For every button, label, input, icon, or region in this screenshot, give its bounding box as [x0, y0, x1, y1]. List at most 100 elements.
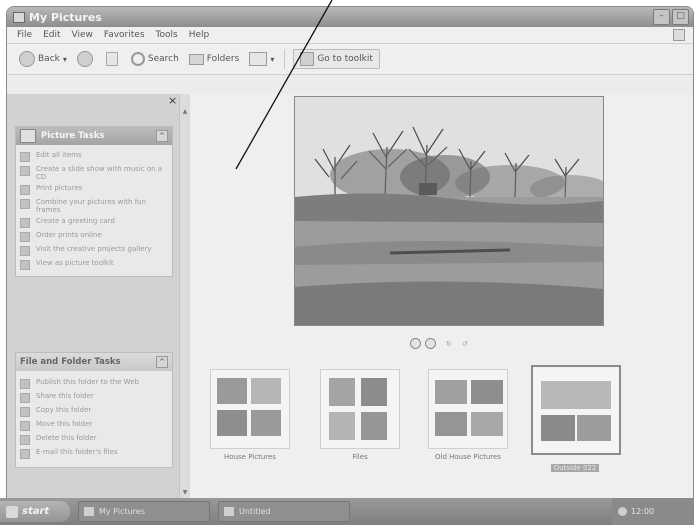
title-bar[interactable]: My Pictures – □ — [7, 7, 693, 27]
up-folder-icon — [105, 52, 118, 66]
taskbar-button-label: Untitled — [239, 507, 271, 516]
folder-view: ↻ ↺ House Pictures Files Old House Pictu… — [190, 94, 693, 499]
thumbnail-label: Outside 022 — [550, 464, 600, 472]
thumbnail-item[interactable]: Old House Pictures — [428, 369, 508, 461]
viewer-controls: ↻ ↺ — [410, 338, 468, 349]
scroll-up-icon[interactable]: ▲ — [181, 108, 189, 116]
folder-thumbnail — [428, 369, 508, 449]
menu-edit[interactable]: Edit — [43, 30, 60, 40]
task-pane: Picture Tasks ^ Edit all items Create a … — [7, 94, 179, 499]
task-item[interactable]: Publish this folder to the Web — [16, 377, 172, 391]
file-folder-tasks-title: File and Folder Tasks — [20, 357, 121, 367]
task-label: Publish this folder to the Web — [36, 378, 139, 386]
thumbnail-label: Files — [352, 453, 368, 461]
search-label: Search — [147, 54, 179, 64]
taskbar-button-untitled[interactable]: Untitled — [218, 501, 350, 522]
folders-icon — [188, 53, 204, 65]
task-item[interactable]: Print pictures — [16, 183, 172, 197]
task-item[interactable]: Order prints online — [16, 230, 172, 244]
folder-thumbnail — [210, 369, 290, 449]
system-tray: 12:00 — [612, 498, 694, 525]
previous-image-icon[interactable] — [410, 338, 421, 349]
task-label: Visit the creative projects gallery — [36, 245, 152, 253]
task-item[interactable]: E-mail this folder's files — [16, 447, 172, 461]
close-pane-icon[interactable]: × — [168, 94, 177, 107]
slideshow-icon — [20, 166, 30, 176]
task-item[interactable]: Share this folder — [16, 391, 172, 405]
back-button[interactable]: Back ▾ — [19, 51, 67, 67]
toolkit-label: Go to toolkit — [317, 54, 373, 64]
rotate-counterclockwise-icon[interactable]: ↺ — [462, 340, 468, 348]
task-item[interactable]: View as picture toolkit — [16, 258, 172, 272]
thumbnail-item[interactable]: House Pictures — [210, 369, 290, 461]
taskbar-button-label: My Pictures — [99, 507, 145, 516]
globe-icon — [20, 232, 30, 242]
task-item[interactable]: Edit all items — [16, 150, 172, 164]
copy-icon — [20, 407, 30, 417]
menu-file[interactable]: File — [17, 30, 32, 40]
menu-view[interactable]: View — [72, 30, 93, 40]
file-folder-tasks-header[interactable]: File and Folder Tasks ^ — [16, 353, 172, 371]
content-area: Picture Tasks ^ Edit all items Create a … — [7, 94, 693, 499]
thumbnail-item[interactable]: Files — [320, 369, 400, 461]
volume-icon[interactable] — [618, 507, 627, 516]
task-label: Create a greeting card — [36, 217, 115, 225]
menu-help[interactable]: Help — [189, 30, 210, 40]
task-item[interactable]: Copy this folder — [16, 405, 172, 419]
collapse-icon[interactable]: ^ — [156, 130, 168, 142]
minimize-button[interactable]: – — [653, 9, 670, 25]
next-image-icon[interactable] — [425, 338, 436, 349]
windows-logo-icon — [673, 29, 685, 41]
screen: My Pictures – □ File Edit View Favorites… — [0, 0, 694, 525]
folders-button[interactable]: Folders — [188, 53, 240, 65]
search-button[interactable]: Search — [130, 52, 179, 66]
views-button[interactable]: ▾ — [249, 52, 274, 66]
taskbar: start My Pictures Untitled 12:00 — [0, 498, 694, 525]
task-label: Create a slide show with music on a CD — [36, 165, 163, 181]
task-label: Order prints online — [36, 231, 102, 239]
share-icon — [20, 393, 30, 403]
menu-bar: File Edit View Favorites Tools Help — [7, 27, 693, 44]
collapse-icon[interactable]: ^ — [156, 356, 168, 368]
task-item[interactable]: Create a greeting card — [16, 216, 172, 230]
task-item[interactable]: Visit the creative projects gallery — [16, 244, 172, 258]
toolkit-icon — [20, 260, 30, 270]
task-label: Print pictures — [36, 184, 83, 192]
task-item[interactable]: Delete this folder — [16, 433, 172, 447]
thumbnail-item[interactable]: Outside 022 — [531, 365, 621, 474]
picture-tasks-header[interactable]: Picture Tasks ^ — [16, 127, 172, 145]
windows-logo-icon — [6, 505, 18, 518]
landscape-photo — [295, 97, 603, 325]
task-label: E-mail this folder's files — [36, 448, 118, 456]
rotate-clockwise-icon[interactable]: ↻ — [446, 340, 452, 348]
task-item[interactable]: Combine your pictures with fun frames — [16, 197, 172, 216]
toolbar-divider — [284, 49, 286, 69]
picture-preview[interactable] — [294, 96, 604, 326]
task-label: Edit all items — [36, 151, 82, 159]
forward-button[interactable] — [76, 51, 96, 67]
delete-icon — [20, 435, 30, 445]
task-label: View as picture toolkit — [36, 259, 114, 267]
toolkit-button[interactable]: Go to toolkit — [293, 49, 380, 69]
menu-favorites[interactable]: Favorites — [104, 30, 145, 40]
picture-tasks-panel: Picture Tasks ^ Edit all items Create a … — [15, 126, 173, 277]
taskbar-button-my-pictures[interactable]: My Pictures — [78, 501, 210, 522]
forward-arrow-icon — [76, 51, 93, 67]
task-pane-scrollbar[interactable]: ▲ ▼ — [179, 94, 190, 499]
task-label: Copy this folder — [36, 406, 92, 414]
task-item[interactable]: Create a slide show with music on a CD — [16, 164, 172, 183]
views-icon — [249, 52, 268, 66]
task-label: Delete this folder — [36, 434, 97, 442]
task-item[interactable]: Move this folder — [16, 419, 172, 433]
edit-icon — [20, 152, 30, 162]
maximize-button[interactable]: □ — [672, 9, 689, 25]
frame-icon — [20, 199, 30, 209]
scroll-down-icon[interactable]: ▼ — [181, 489, 189, 497]
chevron-down-icon: ▾ — [62, 54, 67, 64]
folders-label: Folders — [206, 54, 240, 64]
menu-tools[interactable]: Tools — [156, 30, 178, 40]
folder-icon — [13, 11, 25, 23]
folder-thumbnail — [320, 369, 400, 449]
start-button[interactable]: start — [0, 501, 70, 522]
up-folder-button[interactable] — [105, 52, 121, 66]
